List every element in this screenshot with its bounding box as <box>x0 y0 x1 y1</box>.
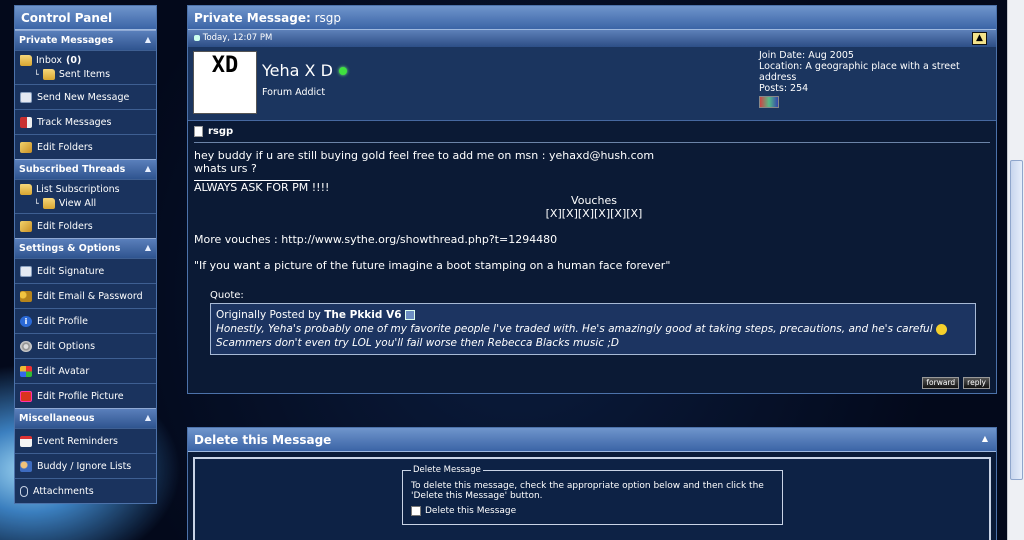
flag-icon <box>20 116 32 128</box>
sidebar-item-inbox[interactable]: Inbox (0) └ Sent Items <box>15 50 156 84</box>
folder-icon <box>42 198 55 209</box>
edit-folder-icon <box>20 141 32 153</box>
control-panel-title: Control Panel <box>15 6 156 30</box>
user-title: Forum Addict <box>262 87 326 98</box>
forward-button[interactable]: forward <box>922 377 960 389</box>
quote-author-link[interactable]: The Pkkid V6 <box>324 309 401 321</box>
sidebar-item-sent[interactable]: Sent Items <box>59 69 110 80</box>
vertical-scrollbar[interactable] <box>1007 0 1024 540</box>
sidebar-item-edit-signature[interactable]: Edit Signature <box>15 258 156 283</box>
sidebar-item-track-messages[interactable]: Track Messages <box>15 109 156 134</box>
gear-icon <box>20 340 32 352</box>
delete-instructions: To delete this message, check the approp… <box>411 481 764 501</box>
delete-checkbox-label[interactable]: Delete this Message <box>425 506 516 516</box>
scrollbar-thumb[interactable] <box>1010 160 1023 480</box>
sidebar-item-send-new-message[interactable]: Send New Message <box>15 84 156 109</box>
delete-message-panel: Delete this Message ▲ Delete Message To d… <box>187 427 997 540</box>
sidebar-item-edit-folders-2[interactable]: Edit Folders <box>15 213 156 238</box>
section-subscribed-threads[interactable]: Subscribed Threads ▲ <box>15 159 156 179</box>
sidebar-item-edit-avatar[interactable]: Edit Avatar <box>15 358 156 383</box>
page-title: Private Message: rsgp <box>188 6 996 30</box>
picture-icon <box>20 390 32 402</box>
delete-panel-title: Delete this Message ▲ <box>188 428 996 452</box>
sidebar-item-edit-profile-picture[interactable]: Edit Profile Picture <box>15 383 156 408</box>
buddy-icon <box>20 460 32 472</box>
post-date-bar: Today, 12:07 PM ▲ <box>188 30 996 47</box>
folder-icon <box>20 55 32 66</box>
signature-line: ALWAYS ASK FOR PM !!!! <box>194 181 330 194</box>
sidebar-item-view-all[interactable]: View All <box>59 198 96 209</box>
signature-icon <box>20 265 32 277</box>
key-icon <box>20 290 32 302</box>
folder-icon <box>42 69 55 80</box>
collapse-arrow-icon[interactable]: ▲ <box>145 243 151 252</box>
collapse-arrow-icon[interactable]: ▲ <box>145 35 151 44</box>
vouches-links[interactable]: [X][X][X][X][X][X] <box>539 207 649 220</box>
vouches-title: Vouches <box>571 194 617 207</box>
online-status-icon <box>338 66 347 75</box>
sidebar-item-event-reminders[interactable]: Event Reminders <box>15 428 156 453</box>
user-stats: Join Date: Aug 2005 Location: A geograph… <box>759 50 996 108</box>
private-message-panel: Private Message: rsgp Today, 12:07 PM ▲ … <box>187 5 997 394</box>
message-line: hey buddy if u are still buying gold fee… <box>194 149 655 162</box>
smiley-icon <box>935 323 947 335</box>
quote-label: Quote: <box>210 290 244 301</box>
quote-block: Quote: Originally Posted by The Pkkid V6… <box>210 290 990 355</box>
message-line: whats urs ? <box>194 162 257 175</box>
envelope-icon <box>20 91 32 103</box>
edit-folder-icon <box>20 220 32 232</box>
sidebar-item-edit-options[interactable]: Edit Options <box>15 333 156 358</box>
sidebar-item-edit-profile[interactable]: i Edit Profile <box>15 308 156 333</box>
collapse-arrow-icon[interactable]: ▲ <box>145 164 151 173</box>
sidebar-item-list-subscriptions[interactable]: List Subscriptions └ View All <box>15 179 156 213</box>
sidebar-item-edit-folders[interactable]: Edit Folders <box>15 134 156 159</box>
sidebar-item-buddy-ignore[interactable]: Buddy / Ignore Lists <box>15 453 156 478</box>
section-private-messages[interactable]: Private Messages ▲ <box>15 30 156 50</box>
message-subject: rsgp <box>194 121 990 143</box>
calendar-icon <box>20 435 32 447</box>
post-icon <box>194 34 200 41</box>
view-post-icon[interactable] <box>404 310 415 320</box>
user-info: XD Yeha X D Forum Addict Join Date: Aug … <box>188 47 996 121</box>
control-panel-sidebar: Control Panel Private Messages ▲ Inbox (0)… <box>14 5 157 504</box>
signature-quote: "If you want a picture of the future ima… <box>194 259 671 272</box>
collapse-arrow-icon[interactable]: ▲ <box>982 434 988 443</box>
delete-checkbox[interactable] <box>411 506 421 516</box>
collapse-arrow-icon[interactable]: ▲ <box>145 413 151 422</box>
quote-text: Honestly, Yeha's probably one of my favo… <box>216 323 933 335</box>
message-body: rsgp hey buddy if u are still buying gol… <box>188 121 996 393</box>
document-icon <box>194 126 203 137</box>
folder-icon <box>20 184 32 195</box>
info-icon: i <box>20 315 32 327</box>
username-link[interactable]: Yeha X D <box>262 61 333 80</box>
sidebar-item-edit-email-password[interactable]: Edit Email & Password <box>15 283 156 308</box>
user-badge-image <box>759 96 779 108</box>
avatar-icon <box>20 365 32 377</box>
reply-button[interactable]: reply <box>963 377 990 389</box>
avatar[interactable]: XD <box>193 51 257 114</box>
more-vouches-link[interactable]: More vouches : http://www.sythe.org/show… <box>194 233 990 246</box>
quote-text: Scammers don't even try LOL you'll fail … <box>216 337 619 349</box>
paperclip-icon <box>20 485 28 497</box>
section-miscellaneous[interactable]: Miscellaneous ▲ <box>15 408 156 428</box>
sidebar-item-attachments[interactable]: Attachments <box>15 478 156 503</box>
section-settings-options[interactable]: Settings & Options ▲ <box>15 238 156 258</box>
report-warning-icon[interactable]: ▲ <box>972 32 987 45</box>
delete-fieldset: Delete Message To delete this message, c… <box>402 465 783 525</box>
